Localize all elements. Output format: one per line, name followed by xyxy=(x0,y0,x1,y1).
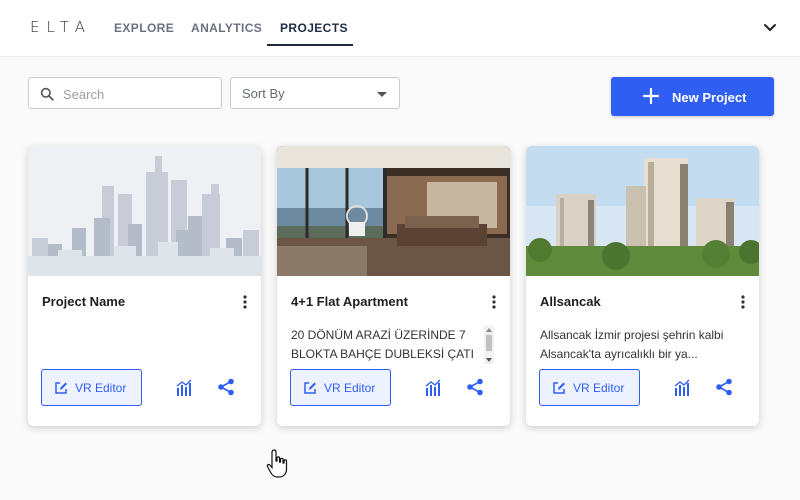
project-title: 4+1 Flat Apartment xyxy=(291,294,408,309)
project-description: Allsancak İzmir projesi şehrin kalbi Als… xyxy=(540,328,724,361)
share-icon[interactable] xyxy=(217,378,235,396)
hand-cursor-icon xyxy=(266,449,288,478)
project-placeholder-image xyxy=(28,146,261,276)
new-project-button[interactable]: New Project xyxy=(611,77,774,116)
project-card[interactable]: 4+1 Flat Apartment 20 DÖNÜM ARAZİ ÜZERİN… xyxy=(277,146,510,426)
kebab-menu-icon[interactable] xyxy=(741,295,745,309)
caret-down-icon xyxy=(377,92,387,97)
sort-by-label: Sort By xyxy=(242,86,285,101)
vr-editor-button[interactable]: VR Editor xyxy=(290,369,391,406)
project-title: Project Name xyxy=(42,294,126,309)
analytics-icon[interactable] xyxy=(673,379,691,397)
analytics-icon[interactable] xyxy=(424,379,442,397)
vr-editor-label: VR Editor xyxy=(573,381,625,395)
project-image-apartment-interior xyxy=(277,146,510,276)
share-icon[interactable] xyxy=(715,378,733,396)
project-description: 20 DÖNÜM ARAZİ ÜZERİNDE 7 BLOKTA BAHÇE D… xyxy=(291,328,474,361)
analytics-icon[interactable] xyxy=(175,379,193,397)
new-project-label: New Project xyxy=(672,90,747,105)
tab-explore[interactable]: EXPLORE xyxy=(114,21,174,35)
search-input[interactable] xyxy=(63,84,213,104)
top-nav-bar: ELTA EXPLORE ANALYTICS PROJECTS xyxy=(0,0,800,57)
project-image-towers xyxy=(526,146,759,276)
vr-editor-label: VR Editor xyxy=(75,381,127,395)
plus-icon xyxy=(642,87,660,105)
vr-editor-button[interactable]: VR Editor xyxy=(41,369,142,406)
sort-by-select[interactable]: Sort By xyxy=(230,77,400,109)
kebab-menu-icon[interactable] xyxy=(243,295,247,309)
edit-icon xyxy=(55,382,67,394)
active-tab-indicator xyxy=(267,44,353,46)
search-box[interactable] xyxy=(28,77,222,109)
search-icon xyxy=(40,87,54,101)
tab-analytics[interactable]: ANALYTICS xyxy=(191,21,262,35)
share-icon[interactable] xyxy=(466,378,484,396)
description-scrollbar[interactable] xyxy=(484,326,494,364)
chevron-down-icon[interactable] xyxy=(762,19,778,35)
vr-editor-button[interactable]: VR Editor xyxy=(539,369,640,406)
project-card[interactable]: Allsancak Allsancak İzmir projesi şehrin… xyxy=(526,146,759,426)
edit-icon xyxy=(304,382,316,394)
kebab-menu-icon[interactable] xyxy=(492,295,496,309)
vr-editor-label: VR Editor xyxy=(324,381,376,395)
app-logo[interactable]: ELTA xyxy=(30,18,92,36)
project-card[interactable]: Project Name VR Editor xyxy=(28,146,261,426)
tab-projects[interactable]: PROJECTS xyxy=(280,21,348,35)
project-title: Allsancak xyxy=(540,294,601,309)
edit-icon xyxy=(553,382,565,394)
